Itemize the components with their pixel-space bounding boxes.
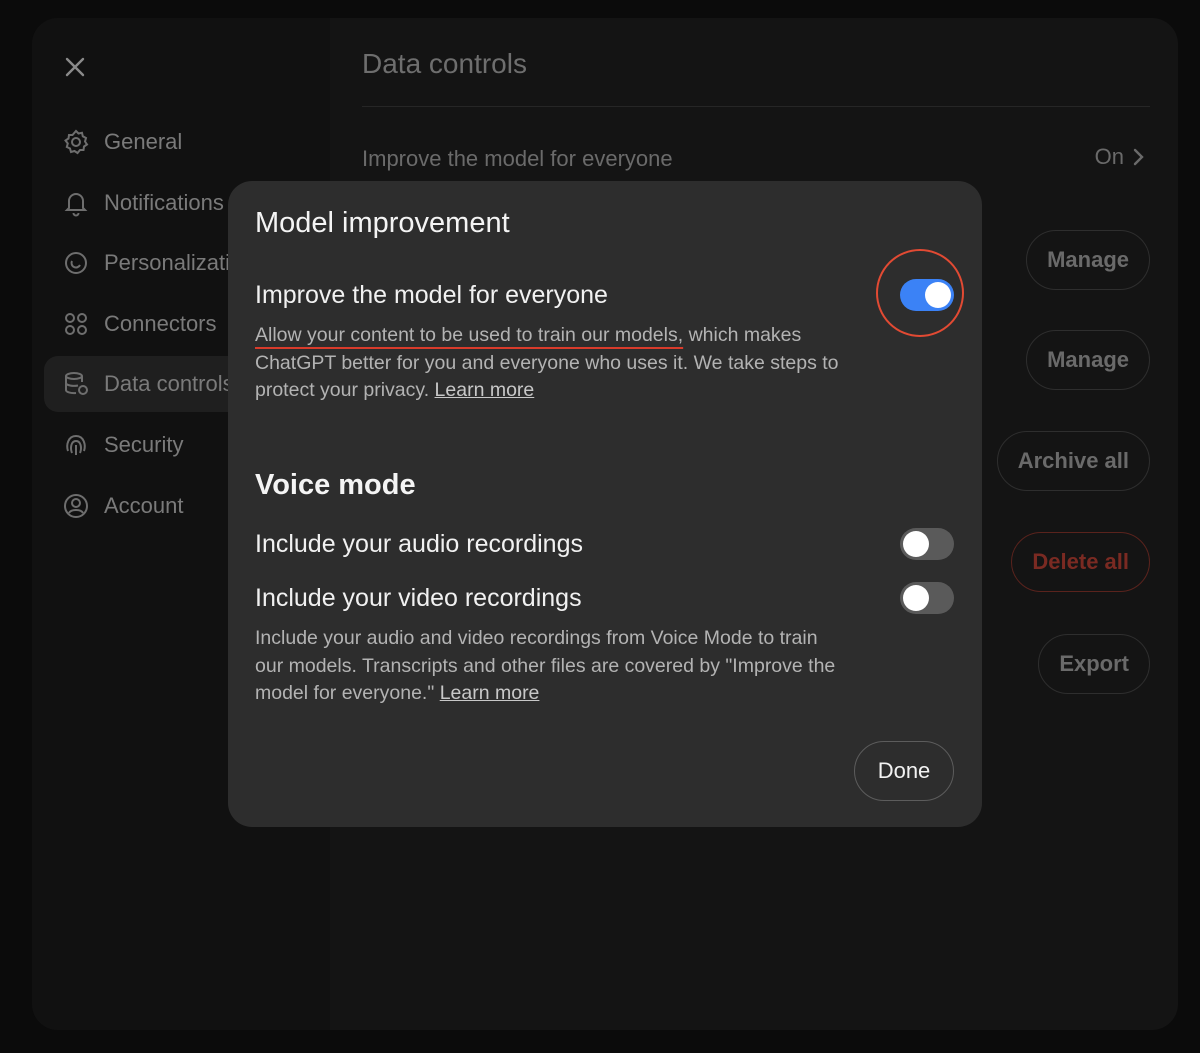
video-recordings-toggle[interactable] bbox=[900, 582, 954, 614]
gear-icon bbox=[64, 129, 89, 155]
manage-button-2[interactable]: Manage bbox=[1026, 330, 1150, 390]
toggle-knob bbox=[903, 531, 929, 557]
bell-icon bbox=[64, 192, 88, 217]
sidebar-item-label: Connectors bbox=[104, 310, 217, 336]
sidebar-item-label: General bbox=[104, 129, 183, 154]
done-button[interactable]: Done bbox=[854, 741, 954, 801]
page-title: Data controls bbox=[362, 48, 527, 79]
improve-model-description: Allow your content to be used to train o… bbox=[255, 322, 845, 405]
personalization-icon bbox=[65, 252, 87, 275]
sidebar-item-label: Data controls bbox=[104, 371, 234, 397]
screen: General Notifications Personalization Co… bbox=[0, 0, 1200, 1053]
toggle-knob bbox=[925, 282, 951, 308]
user-circle-icon bbox=[64, 493, 88, 518]
close-button[interactable] bbox=[62, 54, 88, 80]
improve-row-status: On bbox=[1094, 144, 1124, 169]
improve-row-value[interactable]: On bbox=[1095, 144, 1146, 170]
sidebar-item-label: Notifications bbox=[104, 189, 224, 215]
audio-recordings-label: Include your audio recordings bbox=[255, 530, 583, 558]
close-icon bbox=[65, 57, 85, 77]
audio-recordings-toggle[interactable] bbox=[900, 528, 954, 560]
video-recordings-label: Include your video recordings bbox=[255, 584, 582, 612]
export-button[interactable]: Export bbox=[1038, 634, 1150, 694]
divider bbox=[362, 106, 1150, 107]
description-text: Include your audio and video recordings … bbox=[255, 627, 836, 704]
delete-all-button[interactable]: Delete all bbox=[1011, 532, 1150, 592]
chevron-right-icon bbox=[1133, 148, 1144, 166]
sidebar-item-general[interactable]: General bbox=[44, 114, 314, 170]
modal-title: Model improvement bbox=[255, 207, 510, 239]
toggle-knob bbox=[903, 585, 929, 611]
manage-button-1[interactable]: Manage bbox=[1026, 230, 1150, 290]
connectors-icon bbox=[65, 312, 87, 335]
improve-row-label: Improve the model for everyone bbox=[362, 146, 673, 171]
highlighted-text: Allow your content to be used to train o… bbox=[255, 324, 684, 346]
voice-mode-heading: Voice mode bbox=[255, 469, 416, 501]
voice-mode-description: Include your audio and video recordings … bbox=[255, 625, 845, 708]
improve-model-toggle[interactable] bbox=[900, 279, 954, 311]
archive-all-button[interactable]: Archive all bbox=[996, 431, 1150, 491]
model-improvement-modal: Model improvement Improve the model for … bbox=[228, 181, 982, 827]
improve-model-title: Improve the model for everyone bbox=[255, 281, 608, 309]
fingerprint-icon bbox=[66, 434, 86, 455]
database-icon bbox=[65, 372, 88, 396]
sidebar-item-label: Account bbox=[104, 492, 184, 518]
learn-more-link[interactable]: Learn more bbox=[435, 379, 535, 401]
sidebar-item-label: Security bbox=[104, 431, 184, 457]
learn-more-link[interactable]: Learn more bbox=[440, 682, 540, 704]
